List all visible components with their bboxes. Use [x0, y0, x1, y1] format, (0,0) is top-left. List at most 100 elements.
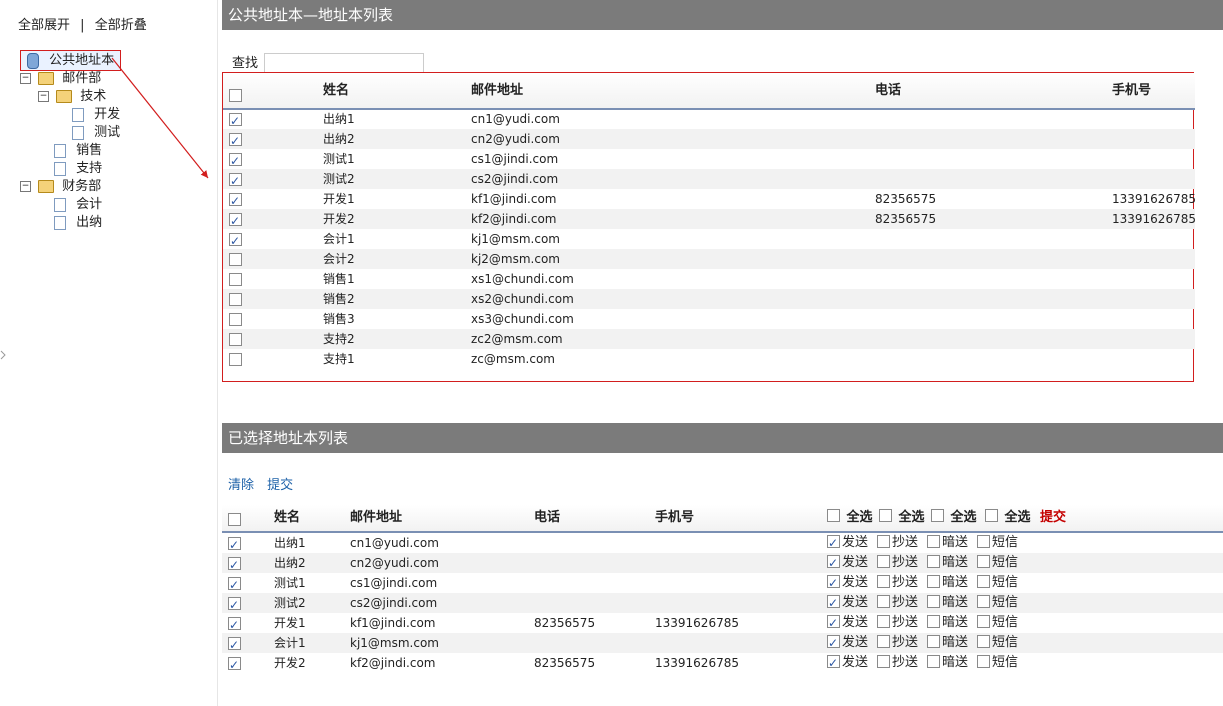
cc-option[interactable]: 抄送	[877, 593, 918, 613]
tree-node-finance-dept[interactable]: − 财务部	[20, 178, 101, 196]
row-checkbox[interactable]	[229, 293, 242, 306]
send-checkbox[interactable]	[827, 633, 840, 653]
cc-option[interactable]: 抄送	[877, 573, 918, 593]
send-option[interactable]: 发送	[827, 573, 868, 593]
select-all-sms-checkbox[interactable]	[985, 509, 998, 522]
sms-checkbox[interactable]	[977, 655, 990, 668]
bcc-checkbox[interactable]	[927, 595, 940, 608]
selected-row[interactable]: 开发1 kf1@jindi.com 82356575 13391626785 发送 抄送 暗…	[222, 613, 1223, 635]
bcc-checkbox[interactable]	[927, 655, 940, 668]
sms-option[interactable]: 短信	[977, 533, 1018, 553]
address-row[interactable]: 出纳2 cn2@yudi.com	[223, 129, 1195, 151]
cc-checkbox[interactable]	[877, 595, 890, 608]
sms-checkbox[interactable]	[977, 615, 990, 628]
send-checkbox[interactable]	[827, 653, 840, 673]
sms-checkbox[interactable]	[977, 575, 990, 588]
address-row[interactable]: 测试2 cs2@jindi.com	[223, 169, 1195, 191]
selected-row[interactable]: 测试2 cs2@jindi.com 发送 抄送 暗送 短信	[222, 593, 1223, 615]
address-row[interactable]: 支持2 zc2@msm.com	[223, 329, 1195, 349]
select-all-send-checkbox[interactable]	[827, 509, 840, 522]
selected-row[interactable]: 测试1 cs1@jindi.com 发送 抄送 暗送 短信	[222, 573, 1223, 595]
bcc-option[interactable]: 暗送	[927, 613, 968, 633]
row-checkbox[interactable]	[229, 111, 242, 131]
send-option[interactable]: 发送	[827, 553, 868, 573]
address-row[interactable]: 出纳1 cn1@yudi.com	[223, 109, 1195, 131]
send-option[interactable]: 发送	[827, 633, 868, 653]
bcc-option[interactable]: 暗送	[927, 533, 968, 553]
tree-node-cashier[interactable]: 出纳	[54, 214, 102, 232]
send-checkbox[interactable]	[827, 613, 840, 633]
send-checkbox[interactable]	[827, 593, 840, 613]
row-checkbox[interactable]	[229, 313, 242, 326]
send-option[interactable]: 发送	[827, 653, 868, 673]
cc-option[interactable]: 抄送	[877, 553, 918, 573]
tree-node-sales[interactable]: 销售	[54, 142, 102, 160]
collapse-icon[interactable]: −	[38, 91, 49, 102]
bcc-checkbox[interactable]	[927, 635, 940, 648]
sms-option[interactable]: 短信	[977, 573, 1018, 593]
cc-checkbox[interactable]	[877, 655, 890, 668]
address-row[interactable]: 支持1 zc@msm.com	[223, 349, 1195, 369]
selected-row[interactable]: 开发2 kf2@jindi.com 82356575 13391626785 发送 抄送 暗…	[222, 653, 1223, 675]
tree-node-support[interactable]: 支持	[54, 160, 102, 178]
address-row[interactable]: 测试1 cs1@jindi.com	[223, 149, 1195, 171]
cc-checkbox[interactable]	[877, 575, 890, 588]
select-all-bcc[interactable]: 全选	[931, 505, 977, 531]
row-checkbox[interactable]	[229, 131, 242, 151]
address-row[interactable]: 销售3 xs3@chundi.com	[223, 309, 1195, 329]
cc-option[interactable]: 抄送	[877, 653, 918, 673]
row-checkbox[interactable]	[229, 273, 242, 286]
sms-checkbox[interactable]	[977, 555, 990, 568]
selected-row-checkbox[interactable]	[228, 555, 241, 575]
row-checkbox[interactable]	[229, 211, 242, 231]
sms-checkbox[interactable]	[977, 635, 990, 648]
bcc-checkbox[interactable]	[927, 555, 940, 568]
sms-option[interactable]: 短信	[977, 653, 1018, 673]
select-all-checkbox[interactable]	[229, 89, 242, 102]
sms-checkbox[interactable]	[977, 595, 990, 608]
tree-node-root[interactable]: 公共地址本	[20, 50, 122, 71]
selected-row[interactable]: 会计1 kj1@msm.com 发送 抄送 暗送 短信	[222, 633, 1223, 655]
sms-option[interactable]: 短信	[977, 593, 1018, 613]
address-row[interactable]: 销售1 xs1@chundi.com	[223, 269, 1195, 289]
selected-row[interactable]: 出纳2 cn2@yudi.com 发送 抄送 暗送 短信	[222, 553, 1223, 575]
splitter-handle[interactable]	[0, 345, 6, 365]
tree-node-tech[interactable]: − 技术	[38, 88, 106, 106]
address-row[interactable]: 开发2 kf2@jindi.com 82356575 13391626785	[223, 209, 1196, 231]
bcc-option[interactable]: 暗送	[927, 593, 968, 613]
address-row[interactable]: 会计2 kj2@msm.com	[223, 249, 1195, 269]
send-option[interactable]: 发送	[827, 613, 868, 633]
bcc-checkbox[interactable]	[927, 575, 940, 588]
collapse-icon[interactable]: −	[20, 181, 31, 192]
address-row[interactable]: 会计1 kj1@msm.com	[223, 229, 1195, 251]
tree-node-accounting[interactable]: 会计	[54, 196, 102, 214]
cc-option[interactable]: 抄送	[877, 613, 918, 633]
selected-row-checkbox[interactable]	[228, 655, 241, 675]
sms-option[interactable]: 短信	[977, 613, 1018, 633]
select-all-selected-checkbox[interactable]	[228, 513, 241, 526]
row-checkbox[interactable]	[229, 191, 242, 211]
cc-checkbox[interactable]	[877, 555, 890, 568]
select-all-send[interactable]: 全选	[827, 505, 873, 531]
collapse-icon[interactable]: −	[20, 73, 31, 84]
tree-node-test[interactable]: 测试	[72, 124, 120, 142]
cc-option[interactable]: 抄送	[877, 533, 918, 553]
bcc-option[interactable]: 暗送	[927, 573, 968, 593]
row-checkbox[interactable]	[229, 231, 242, 251]
selected-row-checkbox[interactable]	[228, 595, 241, 615]
send-checkbox[interactable]	[827, 553, 840, 573]
sms-option[interactable]: 短信	[977, 633, 1018, 653]
selected-row-checkbox[interactable]	[228, 615, 241, 635]
tree-root-selected[interactable]: 公共地址本	[20, 50, 122, 71]
send-checkbox[interactable]	[827, 533, 840, 553]
send-option[interactable]: 发送	[827, 533, 868, 553]
bcc-option[interactable]: 暗送	[927, 653, 968, 673]
row-checkbox[interactable]	[229, 253, 242, 266]
select-all-bcc-checkbox[interactable]	[931, 509, 944, 522]
send-option[interactable]: 发送	[827, 593, 868, 613]
row-checkbox[interactable]	[229, 171, 242, 191]
row-checkbox[interactable]	[229, 151, 242, 171]
select-all-cc-checkbox[interactable]	[879, 509, 892, 522]
tree-node-mail-dept[interactable]: − 邮件部	[20, 70, 101, 88]
bcc-checkbox[interactable]	[927, 615, 940, 628]
